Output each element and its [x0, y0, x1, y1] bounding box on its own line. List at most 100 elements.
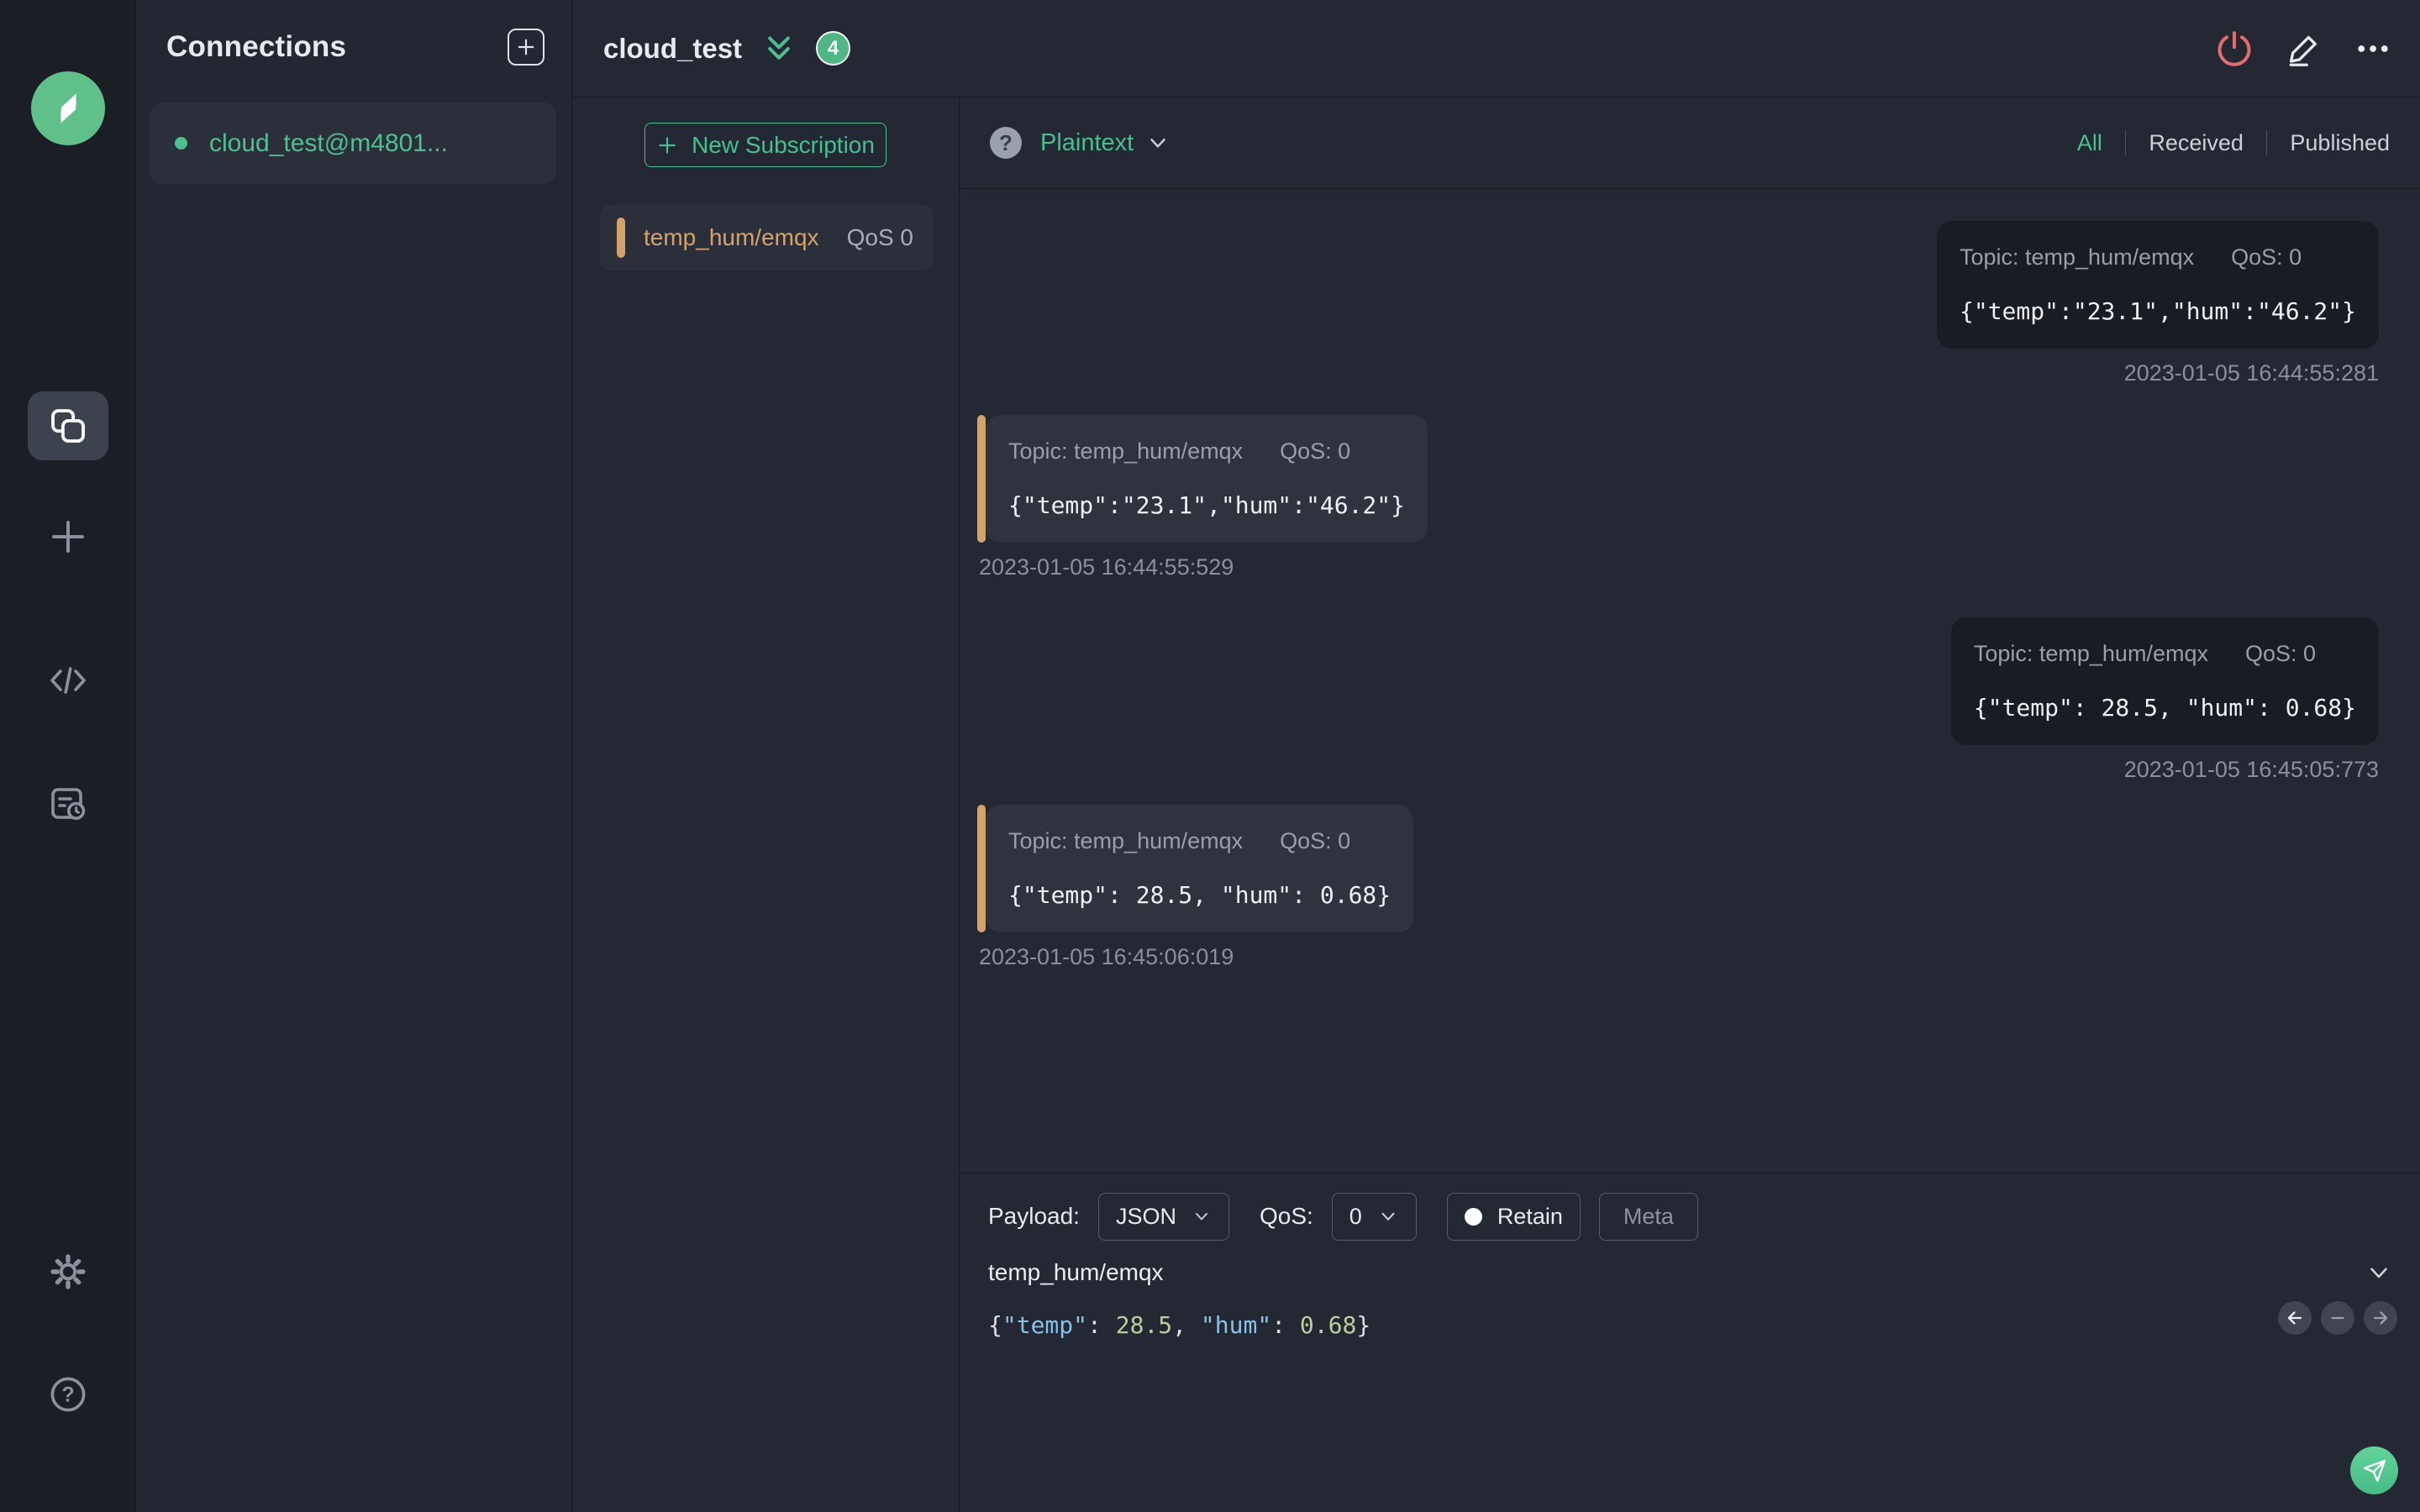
chevron-down-icon — [1150, 139, 1165, 148]
chevron-down-icon — [2370, 1268, 2387, 1278]
publish-panel: Payload: JSON QoS: 0 Retain Meta temp_hu… — [960, 1173, 2420, 1512]
connection-title: cloud_test — [603, 32, 743, 64]
history-next-button[interactable] — [2364, 1301, 2397, 1335]
message-bubble: Topic: temp_hum/emqx QoS: 0 {"temp": 28.… — [1950, 617, 2379, 745]
message-published: Topic: temp_hum/emqx QoS: 0 {"temp":"23.… — [977, 221, 2379, 386]
pencil-icon — [2289, 35, 2317, 66]
message-color-bar — [977, 805, 986, 932]
connection-topbar: cloud_test 4 — [572, 0, 2420, 97]
message-payload: {"temp": 28.5, "hum": 0.68} — [1973, 694, 2356, 722]
svg-text:?: ? — [61, 1383, 74, 1407]
tab-separator — [2265, 130, 2268, 155]
message-topic: Topic: temp_hum/emqx — [1008, 828, 1244, 853]
retain-label: Retain — [1497, 1203, 1563, 1229]
qos-select[interactable]: 0 — [1331, 1192, 1417, 1241]
log-icon — [51, 788, 86, 821]
power-icon — [2217, 30, 2251, 66]
nav-script[interactable] — [0, 660, 136, 701]
minus-icon — [2331, 1316, 2344, 1320]
meta-label: Meta — [1623, 1203, 1674, 1229]
retain-toggle[interactable]: Retain — [1446, 1192, 1581, 1241]
payload-format-select[interactable]: Plaintext — [1040, 129, 1171, 157]
plus-icon — [52, 521, 84, 553]
message-count-badge: 4 — [816, 31, 851, 66]
payload-label: Payload: — [988, 1203, 1080, 1229]
connection-status-dot — [175, 137, 187, 150]
nav-log[interactable] — [0, 784, 136, 824]
qos-label: QoS: — [1259, 1203, 1313, 1229]
help-button[interactable]: ? — [0, 1374, 136, 1415]
message-timestamp: 2023-01-05 16:44:55:281 — [2123, 360, 2379, 386]
message-qos: QoS: 0 — [1280, 438, 1351, 464]
code-icon — [50, 667, 86, 694]
editor-token: } — [1356, 1311, 1371, 1339]
message-qos: QoS: 0 — [1280, 828, 1351, 853]
connections-panel: Connections cloud_test@m4801... — [136, 0, 572, 1512]
connections-title: Connections — [166, 30, 347, 63]
gear-icon — [50, 1254, 86, 1289]
connection-view: cloud_test 4 New Subscription temp_hum/e… — [572, 0, 2420, 1512]
settings-button[interactable] — [0, 1252, 136, 1292]
editor-token: , — [1172, 1311, 1201, 1339]
disconnect-button[interactable] — [2215, 29, 2254, 68]
editor-token: : — [1087, 1311, 1116, 1339]
meta-button[interactable]: Meta — [1598, 1192, 1698, 1241]
subscription-item[interactable]: temp_hum/emqx QoS 0 — [600, 205, 934, 270]
message-qos: QoS: 0 — [2244, 641, 2317, 666]
message-qos: QoS: 0 — [2231, 244, 2302, 270]
nav-connections[interactable] — [0, 391, 136, 460]
edit-connection-button[interactable] — [2286, 30, 2323, 67]
chevron-down-icon — [1195, 1213, 1207, 1221]
payload-type-value: JSON — [1115, 1203, 1176, 1229]
help-circle-icon: ? — [50, 1377, 86, 1412]
chevron-down-icon — [1381, 1212, 1395, 1221]
collapse-editor-button[interactable] — [2365, 1258, 2393, 1287]
left-rail: ? — [0, 0, 136, 1512]
app-logo — [0, 71, 136, 145]
connection-list-item[interactable]: cloud_test@m4801... — [150, 102, 556, 184]
history-prev-button[interactable] — [2278, 1301, 2312, 1335]
tab-separator — [2124, 130, 2127, 155]
send-button[interactable] — [2350, 1446, 2398, 1494]
message-topic: Topic: temp_hum/emqx — [1973, 641, 2208, 666]
message-bubble: Topic: temp_hum/emqx QoS: 0 {"temp":"23.… — [1936, 221, 2379, 349]
tab-received[interactable]: Received — [2149, 130, 2244, 156]
tab-published[interactable]: Published — [2290, 130, 2390, 156]
connection-body: New Subscription temp_hum/emqx QoS 0 ? P… — [572, 97, 2420, 1512]
payload-type-select[interactable]: JSON — [1097, 1192, 1229, 1241]
ellipsis-icon — [2358, 45, 2388, 52]
payload-history-nav — [2278, 1301, 2397, 1335]
publish-topic-input[interactable]: temp_hum/emqx — [988, 1259, 1164, 1286]
retain-dot-icon — [1464, 1207, 1482, 1226]
subscription-topic: temp_hum/emqx — [644, 224, 819, 250]
messages-toolbar: ? Plaintext All Received Published — [960, 97, 2420, 189]
message-timestamp: 2023-01-05 16:44:55:529 — [979, 554, 1234, 580]
history-current-button[interactable] — [2321, 1301, 2354, 1335]
message-color-bar — [977, 415, 986, 543]
plus-icon — [518, 39, 534, 55]
connections-header: Connections — [136, 0, 571, 66]
message-timestamp: 2023-01-05 16:45:05:773 — [2123, 757, 2379, 782]
mqttx-logo-icon — [31, 71, 105, 145]
message-list[interactable]: Topic: temp_hum/emqx QoS: 0 {"temp":"23.… — [960, 189, 2420, 1173]
message-topic: Topic: temp_hum/emqx — [1008, 438, 1244, 464]
add-connection-button[interactable] — [508, 29, 544, 66]
message-published: Topic: temp_hum/emqx QoS: 0 {"temp": 28.… — [977, 617, 2379, 783]
editor-token: { — [988, 1311, 1002, 1339]
payload-format-help-icon[interactable]: ? — [990, 127, 1022, 159]
editor-token: "temp" — [1002, 1311, 1088, 1339]
double-chevron-down-icon — [768, 36, 790, 60]
tab-all[interactable]: All — [2077, 130, 2102, 156]
new-subscription-button[interactable]: New Subscription — [644, 123, 886, 167]
payload-format-value: Plaintext — [1040, 129, 1134, 156]
more-options-button[interactable] — [2354, 30, 2391, 67]
collapse-panel-button[interactable] — [762, 32, 796, 66]
editor-token: 28.5 — [1115, 1311, 1173, 1339]
publish-topic-row: temp_hum/emqx — [960, 1246, 2420, 1299]
new-connection-button[interactable] — [0, 517, 136, 557]
payload-editor[interactable]: {"temp": 28.5, "hum": 0.68} — [960, 1299, 2420, 1512]
qos-value: 0 — [1349, 1203, 1362, 1229]
send-icon — [2363, 1459, 2386, 1482]
editor-token: "hum" — [1200, 1311, 1272, 1339]
publish-toolbar: Payload: JSON QoS: 0 Retain Meta — [960, 1173, 2420, 1246]
